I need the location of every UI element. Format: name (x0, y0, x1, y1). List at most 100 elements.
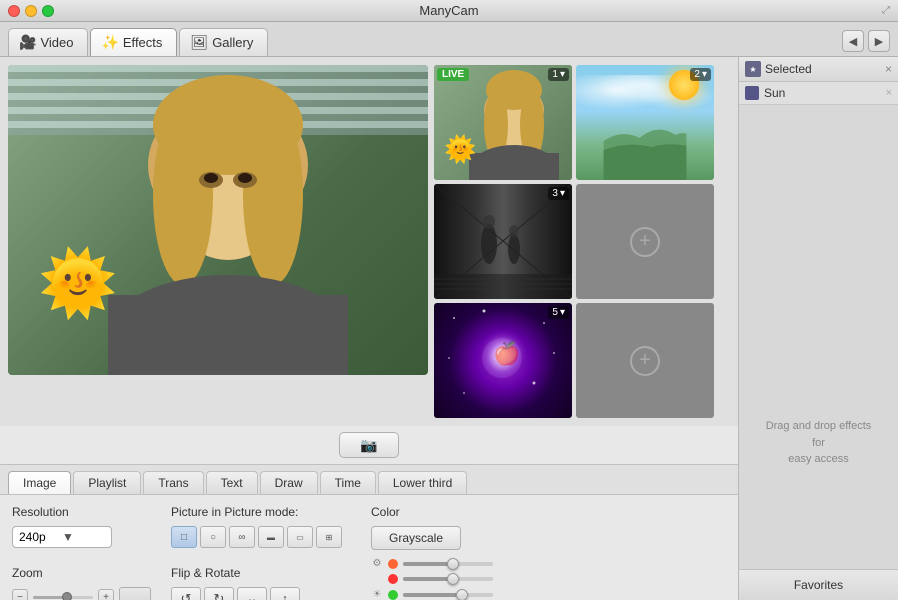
main-video: 🌞 (8, 65, 428, 375)
color-slider-2 (371, 574, 493, 584)
pip-modes: □ ○ ∞ ▬ ▭ ⊞ (171, 526, 351, 548)
live-badge: LIVE (437, 68, 469, 81)
resolution-arrow-icon: ▼ (62, 530, 105, 544)
stream2-landscape (576, 111, 714, 180)
brightness-icon: ☀ (371, 589, 383, 600)
resolution-label: Resolution (12, 505, 151, 519)
color-label: Color (371, 505, 493, 519)
color-track-1[interactable] (403, 562, 493, 566)
color-slider-1: ⚙ (371, 558, 493, 569)
color-knob-1 (447, 558, 459, 570)
close-button[interactable] (8, 5, 20, 17)
nav-back-button[interactable]: ◀ (842, 30, 864, 52)
video-streams-row: 🌞 (0, 57, 738, 426)
tab-gallery[interactable]: 🖼 Gallery (179, 28, 268, 56)
selected-panel-icon: ★ (745, 61, 761, 77)
stream5-badge: 5▾ (548, 306, 569, 319)
selected-item-sun-remove[interactable]: × (886, 87, 892, 99)
stream-cell-5[interactable]: 🍎 5▾ (434, 303, 572, 418)
pip-mode-square[interactable]: □ (171, 526, 197, 548)
stream-cell-4[interactable]: + (576, 184, 714, 299)
resize-icon: ⤢ (882, 5, 890, 16)
pip-mode-infinity[interactable]: ∞ (229, 526, 255, 548)
controls-section: Image Playlist Trans Text Draw (0, 464, 738, 600)
stream-cell-1[interactable]: 🌞 LIVE 1▾ (434, 65, 572, 180)
sub-tab-bar: Image Playlist Trans Text Draw (0, 465, 738, 495)
stream2-badge: 2▾ (690, 68, 711, 81)
stream-cell-6[interactable]: + (576, 303, 714, 418)
left-panel: 🌞 (0, 57, 738, 600)
title-bar: ManyCam ⤢ (0, 0, 898, 22)
subtab-time[interactable]: Time (320, 471, 376, 494)
zoom-row: − + (12, 587, 151, 600)
subtab-trans[interactable]: Trans (143, 471, 203, 494)
zoom-minus-button[interactable]: − (12, 589, 28, 600)
subtab-text[interactable]: Text (206, 471, 258, 494)
sun-emoji-overlay: 🌞 (38, 251, 118, 315)
subtab-draw[interactable]: Draw (260, 471, 318, 494)
color-knob-3 (456, 589, 468, 600)
pip-mode-grid[interactable]: ⊞ (316, 526, 342, 548)
app-container: 🎥 Video ✨ Effects 🖼 Gallery ◀ ▶ (0, 22, 898, 600)
pip-mode-circle[interactable]: ○ (200, 526, 226, 548)
subtab-playlist[interactable]: Playlist (73, 471, 141, 494)
favorites-button[interactable]: Favorites (739, 569, 898, 600)
resolution-group: Resolution 240p ▼ Zoom − + (12, 505, 151, 600)
zoom-display (119, 587, 151, 600)
selected-empty-space (739, 105, 898, 317)
pip-mode-wide[interactable]: ▬ (258, 526, 284, 548)
color-track-3[interactable] (403, 593, 493, 597)
drag-drop-area: Drag and drop effects for easy access (739, 317, 898, 569)
zoom-slider[interactable] (33, 596, 93, 599)
selected-close-button[interactable]: × (885, 62, 892, 76)
tab-bar-nav: ◀ ▶ (842, 30, 890, 52)
maximize-button[interactable] (42, 5, 54, 17)
right-panel: ★ Selected × Sun × Drag and drop effects… (738, 57, 898, 600)
subtab-lower-third[interactable]: Lower third (378, 471, 467, 494)
camera-capture-button[interactable]: 📷 (339, 432, 399, 458)
flip-v-button[interactable]: ↕ (270, 587, 300, 600)
resolution-select[interactable]: 240p ▼ (12, 526, 112, 548)
svg-text:🍎: 🍎 (493, 340, 520, 366)
stream-cell-2[interactable]: 2▾ (576, 65, 714, 180)
minimize-button[interactable] (25, 5, 37, 17)
stream1-sun: 🌞 (444, 134, 476, 165)
streams-panel: 🌞 LIVE 1▾ (434, 65, 714, 418)
selected-header: ★ Selected × (739, 57, 898, 82)
stream6-add-icon: + (630, 346, 660, 376)
stream5-galaxy: 🍎 (434, 303, 572, 418)
zoom-slider-thumb (62, 592, 72, 600)
color-track-2[interactable] (403, 577, 493, 581)
color-group: Color Grayscale ⚙ (371, 505, 493, 600)
color-dot-3 (388, 590, 398, 600)
color-dot-1 (388, 559, 398, 569)
camera-icon: 📷 (360, 437, 377, 454)
camera-btn-row: 📷 (0, 426, 738, 464)
rotate-cw-button[interactable]: ↺ (171, 587, 201, 600)
stream-cell-3[interactable]: 3▾ (434, 184, 572, 299)
selected-title: Selected (765, 62, 885, 76)
tab-video[interactable]: 🎥 Video (8, 28, 88, 56)
subtab-image[interactable]: Image (8, 471, 71, 494)
selected-item-sun-icon (745, 86, 759, 100)
grayscale-button[interactable]: Grayscale (371, 526, 461, 550)
rotate-ccw-button[interactable]: ↻ (204, 587, 234, 600)
pip-label: Picture in Picture mode: (171, 505, 351, 519)
window-title: ManyCam (419, 3, 478, 18)
zoom-plus-button[interactable]: + (98, 589, 114, 600)
stream3-badge: 3▾ (548, 187, 569, 200)
flip-h-button[interactable]: ↔ (237, 587, 267, 600)
nav-forward-button[interactable]: ▶ (868, 30, 890, 52)
tab-effects[interactable]: ✨ Effects (90, 28, 177, 56)
flip-rotate-label: Flip & Rotate (171, 566, 351, 580)
stream4-add-icon: + (630, 227, 660, 257)
main-video-bg: 🌞 (8, 65, 428, 375)
stream1-badge: 1▾ (548, 68, 569, 81)
drag-drop-text: Drag and drop effects for easy access (759, 418, 878, 468)
color-knob-2 (447, 573, 459, 585)
controls-content: Resolution 240p ▼ Zoom − + (0, 495, 738, 600)
pip-mode-narrow[interactable]: ▭ (287, 526, 313, 548)
color-slider-3: ☀ (371, 589, 493, 600)
stream5-bg: 🍎 (434, 303, 572, 418)
window-controls (8, 5, 54, 17)
